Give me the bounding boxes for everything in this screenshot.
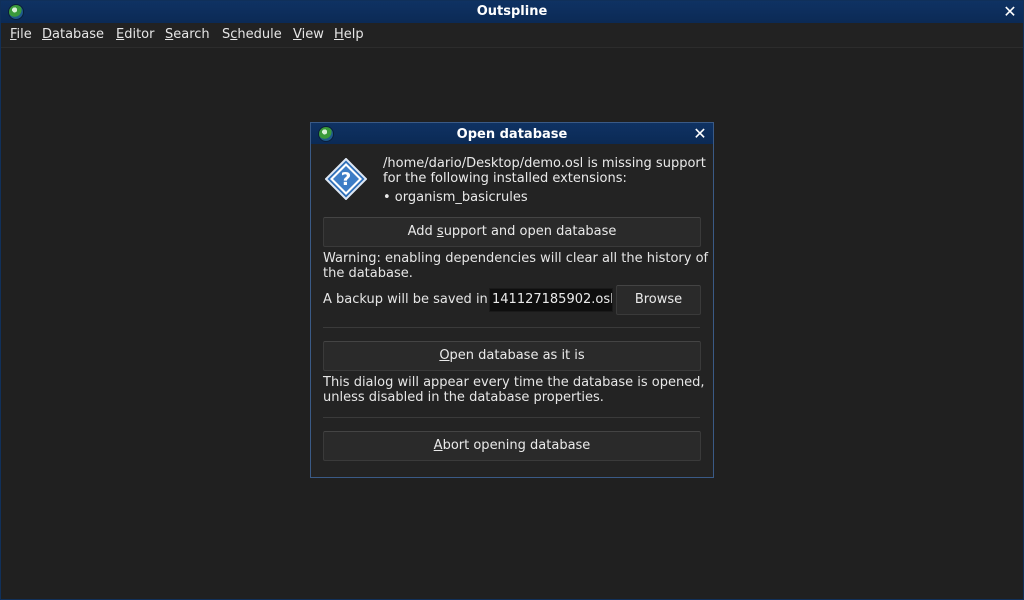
question-icon: ? bbox=[325, 158, 367, 200]
separator-2 bbox=[323, 417, 700, 418]
text-cursor bbox=[611, 292, 612, 307]
warning-line-1: Warning: enabling dependencies will clea… bbox=[323, 251, 709, 266]
menubar: File Database Editor Search Schedule Vie… bbox=[1, 23, 1023, 48]
menu-view[interactable]: View bbox=[293, 27, 324, 42]
browse-button[interactable]: Browse bbox=[616, 285, 701, 315]
abort-button[interactable]: Abort opening database bbox=[323, 431, 701, 461]
dialog-titlebar[interactable]: Open database ✕ bbox=[311, 123, 713, 144]
backup-path-input[interactable]: 141127185902.osl bbox=[489, 288, 613, 312]
info-text: This dialog will appear every time the d… bbox=[323, 375, 705, 405]
open-as-is-button[interactable]: Open database as it is bbox=[323, 341, 701, 371]
main-titlebar[interactable]: Outspline ✕ bbox=[1, 1, 1023, 23]
info-line-1: This dialog will appear every time the d… bbox=[323, 375, 705, 390]
menu-database[interactable]: Database bbox=[42, 27, 104, 42]
backup-label: A backup will be saved in: bbox=[323, 292, 493, 307]
extension-list-item: • organism_basicrules bbox=[383, 190, 528, 205]
menu-help[interactable]: Help bbox=[334, 27, 364, 42]
warning-line-2: the database. bbox=[323, 266, 413, 281]
warning-text: Warning: enabling dependencies will clea… bbox=[323, 251, 708, 281]
dialog-title: Open database bbox=[456, 127, 568, 142]
menu-editor[interactable]: Editor bbox=[116, 27, 154, 42]
message-line-1: /home/dario/Desktop/demo.osl is missing … bbox=[383, 156, 706, 171]
menu-search[interactable]: Search bbox=[165, 27, 210, 42]
close-icon[interactable]: ✕ bbox=[1001, 3, 1019, 21]
svg-text:?: ? bbox=[341, 169, 351, 190]
add-support-button[interactable]: Add support and open database bbox=[323, 217, 701, 247]
message-line-2: for the following installed extensions: bbox=[383, 171, 627, 186]
menu-schedule[interactable]: Schedule bbox=[222, 27, 282, 42]
info-line-2: unless disabled in the database properti… bbox=[323, 390, 604, 405]
separator-1 bbox=[323, 327, 700, 328]
dialog-close-icon[interactable]: ✕ bbox=[691, 125, 709, 143]
window-title: Outspline bbox=[476, 4, 548, 19]
menu-file[interactable]: File bbox=[10, 27, 32, 42]
missing-support-message: /home/dario/Desktop/demo.osl is missing … bbox=[383, 156, 708, 205]
